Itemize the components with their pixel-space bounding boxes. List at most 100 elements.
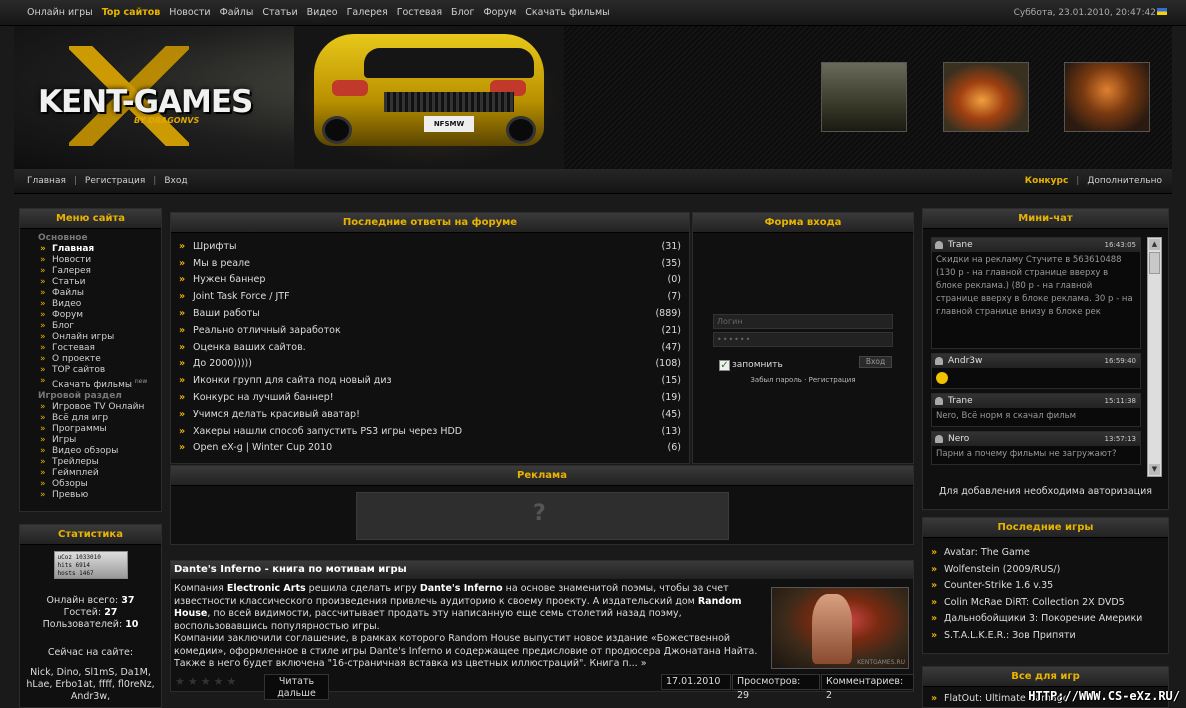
- scroll-down-icon[interactable]: ▼: [1149, 464, 1160, 475]
- forum-topic[interactable]: Ваши работы: [179, 308, 260, 319]
- menu-item-video[interactable]: Видео: [38, 299, 161, 310]
- topnav-guestbook[interactable]: Гостевая: [397, 7, 442, 18]
- forum-row[interactable]: Учимся делать красивый аватар! (45): [179, 406, 681, 423]
- menu-item-movies[interactable]: Скачать фильмы new: [38, 376, 161, 391]
- forum-topic[interactable]: Конкурс на лучший баннер!: [179, 392, 334, 403]
- forum-row[interactable]: До 2000))))) (108): [179, 356, 681, 373]
- header-thumb-2[interactable]: [943, 62, 1029, 132]
- subnav-contest[interactable]: Конкурс: [1025, 176, 1069, 186]
- forum-row[interactable]: Конкурс на лучший баннер! (19): [179, 389, 681, 406]
- subnav-left: Главная | Регистрация | Вход: [27, 176, 188, 186]
- scroll-up-icon[interactable]: ▲: [1149, 239, 1160, 250]
- site-logo[interactable]: KENT-GAMES: [38, 84, 253, 120]
- forum-row[interactable]: Open eX-g | Winter Cup 2010 (6): [179, 440, 681, 457]
- subnav-register[interactable]: Регистрация: [85, 176, 145, 186]
- forum-row[interactable]: Оценка ваших сайтов. (47): [179, 339, 681, 356]
- menu-item-guestbook[interactable]: Гостевая: [38, 343, 161, 354]
- menu-item-games[interactable]: Игры: [38, 435, 161, 446]
- now-on-site: Сейчас на сайте:: [47, 647, 134, 658]
- chat-scrollbar[interactable]: ▲ ▼: [1147, 237, 1162, 477]
- subnav-home[interactable]: Главная: [27, 176, 66, 186]
- topnav-video[interactable]: Видео: [307, 7, 338, 18]
- topnav-online-games[interactable]: Онлайн игры: [27, 7, 93, 18]
- menu-item-forum[interactable]: Форум: [38, 310, 161, 321]
- read-more-button[interactable]: Читать дальше: [264, 674, 329, 700]
- login-button[interactable]: Вход: [859, 356, 892, 368]
- menu-item-gameplay[interactable]: Геймплей: [38, 468, 161, 479]
- menu-item-blog[interactable]: Блог: [38, 321, 161, 332]
- login-links[interactable]: Забыл пароль · Регистрация: [693, 376, 913, 384]
- menu-item-previews[interactable]: Превью: [38, 490, 161, 501]
- forum-topic[interactable]: Шрифты: [179, 241, 237, 252]
- game-item[interactable]: Дальнобойщики 3: Покорение Америки: [931, 611, 1168, 628]
- game-item[interactable]: Counter-Strike 1.6 v.35: [931, 578, 1168, 595]
- menu-item-home[interactable]: Главная: [38, 244, 161, 255]
- forum-list: Шрифты (31) Мы в реале (35) Нужен баннер (0) J…: [171, 233, 689, 456]
- topnav-top-sites[interactable]: Top сайтов: [102, 7, 161, 18]
- game-item[interactable]: Avatar: The Game: [931, 545, 1168, 562]
- forum-topic[interactable]: Хакеры нашли способ запустить PS3 игры ч…: [179, 426, 462, 437]
- password-input[interactable]: ••••••: [713, 332, 893, 347]
- topnav-files[interactable]: Файлы: [220, 7, 254, 18]
- forum-row[interactable]: Joint Task Force / JTF (7): [179, 288, 681, 305]
- menu-item-video-reviews[interactable]: Видео обзоры: [38, 446, 161, 457]
- ucoz-counter[interactable]: uCoz 1033010 hits 6914 hosts 1467: [53, 551, 128, 579]
- users-total: Пользователей: 10: [20, 619, 161, 631]
- forum-topic[interactable]: Joint Task Force / JTF: [179, 291, 290, 302]
- news-comments[interactable]: Комментариев: 2: [821, 674, 914, 701]
- chat-user[interactable]: Trane: [948, 240, 973, 250]
- minichat-title: Мини-чат: [923, 209, 1168, 229]
- game-item[interactable]: Wolfenstein (2009/RUS/): [931, 562, 1168, 579]
- forum-row[interactable]: Шрифты (31): [179, 238, 681, 255]
- topnav-articles[interactable]: Статьи: [262, 7, 297, 18]
- forum-topic[interactable]: До 2000))))): [179, 358, 252, 369]
- subnav-login[interactable]: Вход: [164, 176, 187, 186]
- chat-user[interactable]: Trane: [948, 396, 973, 406]
- news-image[interactable]: KENTGAMES.RU: [771, 587, 909, 669]
- ad-banner[interactable]: ?: [356, 492, 729, 540]
- menu-item-articles[interactable]: Статьи: [38, 277, 161, 288]
- forum-row[interactable]: Иконки групп для сайта под новый диз (15): [179, 372, 681, 389]
- chat-user[interactable]: Andr3w: [948, 356, 982, 366]
- forum-row[interactable]: Хакеры нашли способ запустить PS3 игры ч…: [179, 423, 681, 440]
- forum-topic[interactable]: Нужен баннер: [179, 274, 265, 285]
- game-item[interactable]: S.T.A.L.K.E.R.: Зов Припяти: [931, 628, 1168, 645]
- forum-topic[interactable]: Учимся делать красивый аватар!: [179, 409, 360, 420]
- header-thumb-1[interactable]: [821, 62, 907, 132]
- chat-user[interactable]: Nero: [948, 434, 969, 444]
- topnav-movies[interactable]: Скачать фильмы: [525, 7, 609, 18]
- menu-item-online-games[interactable]: Онлайн игры: [38, 332, 161, 343]
- menu-item-news[interactable]: Новости: [38, 255, 161, 266]
- header-thumb-3[interactable]: [1064, 62, 1150, 132]
- topnav-news[interactable]: Новости: [169, 7, 210, 18]
- online-names[interactable]: Nick, Dino, Sl1mS, Da1M, hLae, Erbo1at, …: [20, 667, 161, 703]
- topnav-forum[interactable]: Форум: [483, 7, 516, 18]
- login-input[interactable]: Логин: [713, 314, 893, 329]
- scroll-thumb[interactable]: [1149, 252, 1160, 274]
- menu-item-game-tv[interactable]: Игровое TV Онлайн: [38, 402, 161, 413]
- remember-checkbox[interactable]: ✓: [719, 360, 730, 371]
- forum-row[interactable]: Ваши работы (889): [179, 305, 681, 322]
- forum-topic[interactable]: Иконки групп для сайта под новый диз: [179, 375, 392, 386]
- forum-row[interactable]: Мы в реале (35): [179, 255, 681, 272]
- news-title[interactable]: Dante's Inferno - книга по мотивам игры: [171, 561, 913, 579]
- menu-item-trailers[interactable]: Трейлеры: [38, 457, 161, 468]
- forum-topic[interactable]: Реально отличный заработок: [179, 325, 341, 336]
- menu-item-top-sites[interactable]: TOP сайтов: [38, 365, 161, 376]
- menu-item-all-for-games[interactable]: Всё для игр: [38, 413, 161, 424]
- menu-item-files[interactable]: Файлы: [38, 288, 161, 299]
- topnav-gallery[interactable]: Галерея: [347, 7, 388, 18]
- menu-item-gallery[interactable]: Галерея: [38, 266, 161, 277]
- menu-item-about[interactable]: О проекте: [38, 354, 161, 365]
- menu-item-reviews[interactable]: Обзоры: [38, 479, 161, 490]
- game-item[interactable]: Colin McRae DiRT: Collection 2X DVD5: [931, 595, 1168, 612]
- rating-stars[interactable]: ★★★★★: [175, 675, 239, 688]
- forum-row[interactable]: Нужен баннер (0): [179, 272, 681, 289]
- forum-topic[interactable]: Оценка ваших сайтов.: [179, 342, 306, 353]
- menu-item-programs[interactable]: Программы: [38, 424, 161, 435]
- forum-row[interactable]: Реально отличный заработок (21): [179, 322, 681, 339]
- subnav-more[interactable]: Дополнительно: [1087, 176, 1162, 186]
- forum-topic[interactable]: Open eX-g | Winter Cup 2010: [179, 442, 332, 453]
- topnav-blog[interactable]: Блог: [451, 7, 474, 18]
- forum-topic[interactable]: Мы в реале: [179, 258, 250, 269]
